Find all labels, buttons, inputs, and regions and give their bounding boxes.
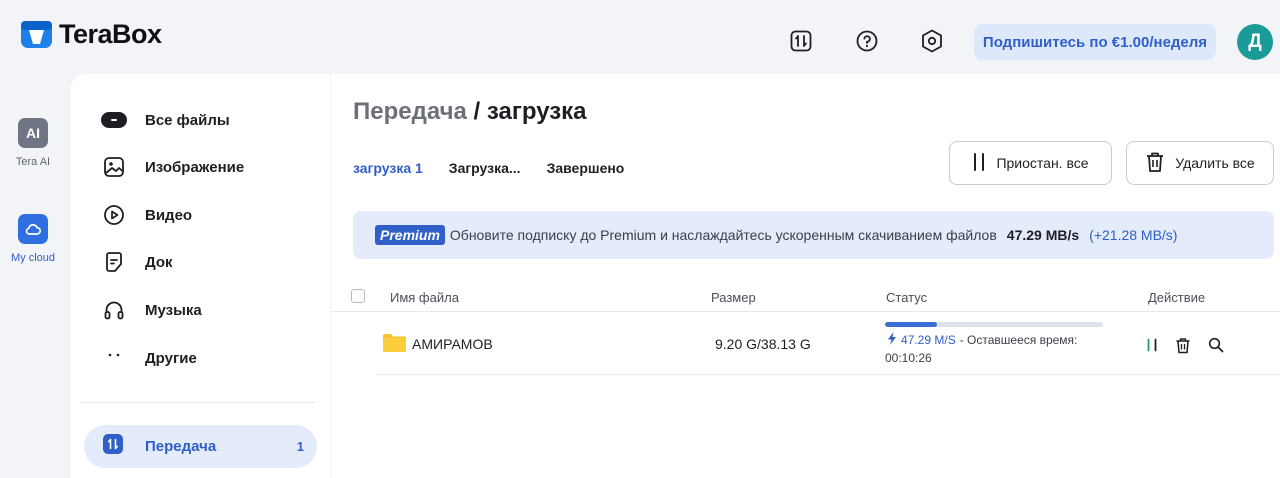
tab-completed[interactable]: Завершено [547,160,625,176]
column-action: Действие [1148,290,1206,305]
main-panel: Передача / загрузка загрузка 1 Загрузка.… [331,74,1280,478]
pause-all-button[interactable]: Приостан. все [949,141,1112,185]
sidebar-item-label: Передача [145,438,217,455]
pause-icon [972,152,986,175]
column-status: Статус [886,290,928,305]
sidebar-item-label: Другие [145,349,197,367]
pause-download-button[interactable] [1143,336,1161,354]
select-all-checkbox[interactable] [351,289,365,303]
pause-all-label: Приостан. все [996,155,1089,171]
sidebar-item-video[interactable]: Видео [101,200,192,230]
ai-icon: AI [18,118,48,148]
sidebar-item-image[interactable]: Изображение [101,152,244,182]
rail-item-my-cloud[interactable]: My cloud [0,214,66,264]
sidebar-item-label: Док [145,253,173,271]
terabox-logo-icon [20,18,53,51]
more-icon [101,345,127,371]
cloud-icon [18,214,48,244]
sidebar-item-label: Все файлы [145,111,230,129]
settings-icon[interactable] [917,26,947,56]
tab-downloads[interactable]: загрузка 1 [353,160,423,176]
rail-label-my-cloud: My cloud [10,252,56,264]
sidebar: Все файлы Изображение Видео Док Музыка Д… [71,74,330,478]
transfer-icon[interactable] [786,26,816,56]
delete-all-label: Удалить все [1175,155,1255,171]
sidebar-item-label: Видео [145,206,193,224]
banner-boost: (+21.28 MB/s) [1089,227,1178,243]
breadcrumb-current: загрузка [486,98,587,125]
locate-file-button[interactable] [1207,336,1225,354]
file-name: АМИРАМОВ [412,336,493,352]
sidebar-item-music[interactable]: Музыка [101,295,202,325]
video-icon [101,202,127,228]
avatar[interactable]: Д [1237,24,1273,60]
download-progress-bar [885,322,1103,327]
sidebar-item-other[interactable]: Другие [101,343,197,373]
rail-label-tera-ai: Tera AI [15,156,51,168]
sidebar-item-all-files[interactable]: Все файлы [101,105,230,135]
remaining-label: - Оставшееся время: [959,333,1078,347]
delete-all-button[interactable]: Удалить все [1126,141,1274,185]
document-icon [101,249,127,275]
subscribe-button[interactable]: Подпишитесь по €1.00/неделя [974,24,1216,60]
premium-banner[interactable]: Premium Обновите подписку до Premium и н… [353,211,1274,259]
transfer-tabs: загрузка 1 Загрузка... Завершено [353,160,650,176]
logo-text: TeraBox [59,19,162,49]
download-status: 47.29 M/S - Оставшееся время: [887,332,1077,348]
column-filename: Имя файла [390,290,459,305]
sidebar-item-transfer[interactable]: Передача 1 [84,425,317,468]
terabox-logo[interactable]: TeraBox [20,18,162,51]
premium-badge: Premium [375,225,445,245]
breadcrumb-parent[interactable]: Передача [353,98,467,125]
table-header: Имя файла Размер Статус Действие [331,284,1280,312]
column-size: Размер [711,290,756,305]
sidebar-item-label: Музыка [145,301,202,319]
table-row[interactable]: АМИРАМОВ 9.20 G/38.13 G 47.29 M/S - Оста… [377,314,1280,375]
all-files-icon [101,107,127,133]
folder-icon [383,334,406,352]
banner-message: Обновите подписку до Premium и наслаждай… [449,227,997,243]
breadcrumb: Передача / загрузка [353,98,587,126]
breadcrumb-separator: / [466,98,487,125]
tab-uploads[interactable]: Загрузка... [449,160,521,176]
remaining-time: 00:10:26 [885,351,932,365]
lightning-icon [887,332,897,348]
top-bar: TeraBox Подпишитесь по €1.00/неделя Д [0,0,1280,74]
transfer-icon [103,434,123,459]
delete-download-button[interactable] [1174,336,1192,354]
trash-icon [1145,151,1165,176]
file-size: 9.20 G/38.13 G [715,336,811,352]
transfer-count-badge: 1 [296,439,304,454]
sidebar-item-label: Изображение [145,158,245,176]
help-icon[interactable] [852,26,882,56]
image-icon [101,154,127,180]
rail-item-tera-ai[interactable]: AI Tera AI [0,118,66,168]
banner-speed: 47.29 MB/s [1006,227,1080,243]
sidebar-item-doc[interactable]: Док [101,247,173,277]
music-icon [101,297,127,323]
download-speed: 47.29 M/S [901,333,956,347]
sidebar-divider [81,402,315,403]
download-progress-fill [885,322,938,327]
